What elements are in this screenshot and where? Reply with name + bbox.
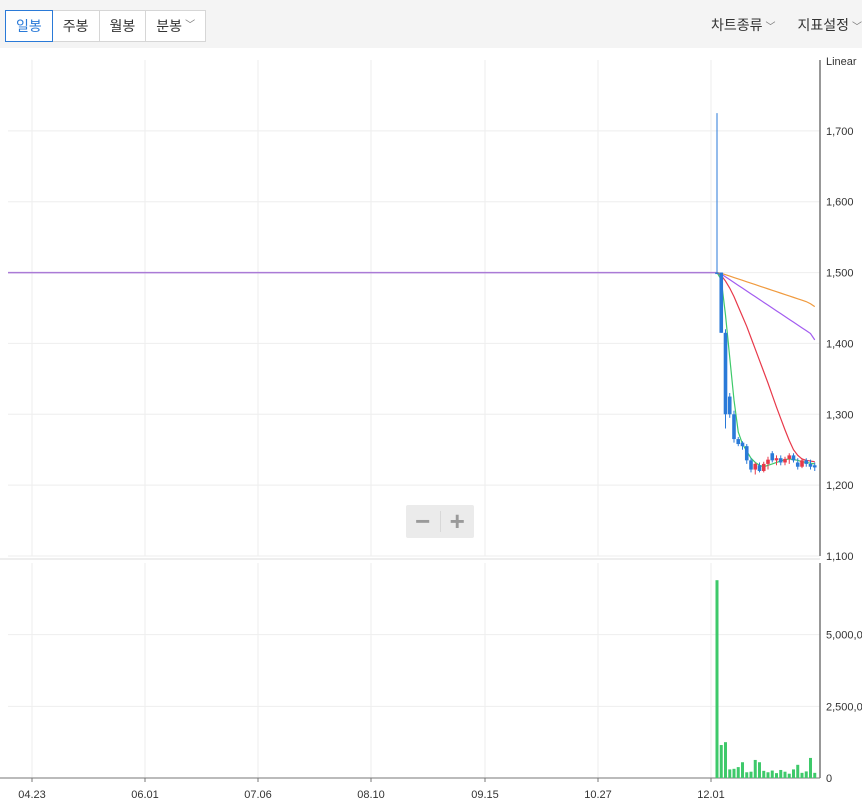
price-tick-label: 1,700 bbox=[826, 126, 854, 138]
candle-body bbox=[757, 465, 762, 471]
volume-bar bbox=[766, 772, 770, 778]
candle-body bbox=[812, 465, 817, 468]
price-tick-label: 1,500 bbox=[826, 268, 854, 280]
candle-body bbox=[727, 396, 732, 415]
candle-body bbox=[770, 453, 775, 461]
stock-chart[interactable]: Linear 1,100 1,200 1,300 1,400 1,500 1,600 1,70… bbox=[0, 0, 862, 806]
volume-bar bbox=[787, 773, 791, 778]
x-tick-label: 09.15 bbox=[471, 789, 499, 801]
price-tick-label: 1,100 bbox=[826, 551, 854, 563]
volume-bar bbox=[792, 769, 795, 778]
zoom-in-button[interactable]: + bbox=[440, 505, 474, 538]
x-tick-label: 10.27 bbox=[584, 789, 612, 801]
candle-body bbox=[744, 446, 749, 461]
ma-line-ma20 bbox=[716, 272, 815, 463]
volume-bar bbox=[809, 757, 812, 778]
volume-bar bbox=[804, 771, 808, 778]
volume-tick-label: 5,000,00 bbox=[826, 630, 862, 642]
scale-label: Linear bbox=[826, 56, 857, 68]
zoom-control: − + bbox=[406, 505, 474, 538]
candle-body bbox=[749, 460, 753, 470]
volume-bar bbox=[783, 771, 787, 778]
candle-body bbox=[753, 463, 758, 470]
volume-bar bbox=[753, 759, 757, 778]
price-tick-label: 1,400 bbox=[826, 338, 854, 350]
volume-tick-label: 2,500,00 bbox=[826, 701, 862, 713]
x-tick-label: 04.23 bbox=[18, 789, 46, 801]
price-tick-label: 1,600 bbox=[826, 197, 854, 209]
minus-icon: − bbox=[415, 506, 431, 536]
candle-body bbox=[740, 442, 745, 447]
x-tick-label: 07.06 bbox=[244, 789, 272, 801]
volume-bar bbox=[758, 762, 761, 778]
volume-bar bbox=[775, 773, 778, 778]
x-tick-label: 06.01 bbox=[131, 789, 159, 801]
candle-body bbox=[732, 414, 736, 440]
volume-bar bbox=[741, 762, 744, 778]
volume-bar bbox=[732, 768, 736, 778]
volume-bar bbox=[749, 771, 753, 778]
ma-line-ma120 bbox=[716, 271, 816, 308]
plus-icon: + bbox=[449, 506, 465, 536]
candle-body bbox=[761, 463, 766, 471]
candle-body bbox=[719, 272, 724, 333]
volume-tick-label: 0 bbox=[826, 773, 832, 785]
candle-body bbox=[783, 458, 787, 463]
candle-body bbox=[800, 460, 804, 467]
volume-bar bbox=[779, 769, 783, 778]
volume-bar bbox=[762, 770, 766, 778]
candle-body bbox=[736, 439, 741, 445]
candle-body bbox=[795, 462, 800, 467]
candle-body bbox=[766, 459, 770, 464]
volume-bar bbox=[745, 772, 749, 778]
volume-bar bbox=[715, 580, 719, 778]
volume-bar bbox=[813, 772, 817, 778]
price-tick-label: 1,300 bbox=[826, 409, 854, 421]
volume-bar bbox=[770, 770, 774, 778]
volume-bar bbox=[796, 764, 800, 778]
volume-bar bbox=[728, 769, 732, 778]
candle-body bbox=[715, 272, 719, 275]
ma-line-ma60 bbox=[716, 272, 816, 341]
volume-bar bbox=[719, 745, 723, 778]
x-tick-label: 12.01 bbox=[697, 789, 725, 801]
candle-body bbox=[723, 332, 728, 415]
zoom-out-button[interactable]: − bbox=[406, 505, 440, 538]
candle-body bbox=[778, 458, 783, 463]
candle-body bbox=[787, 455, 792, 459]
price-tick-label: 1,200 bbox=[826, 480, 854, 492]
volume-bar bbox=[724, 742, 727, 778]
x-tick-label: 08.10 bbox=[357, 789, 385, 801]
ma-line-ma5 bbox=[716, 272, 815, 468]
volume-bar bbox=[736, 767, 740, 778]
candle-body bbox=[791, 455, 796, 461]
candle-body bbox=[808, 463, 813, 467]
candle-body bbox=[774, 458, 779, 461]
volume-bar bbox=[800, 772, 804, 778]
candle-body bbox=[804, 460, 809, 464]
